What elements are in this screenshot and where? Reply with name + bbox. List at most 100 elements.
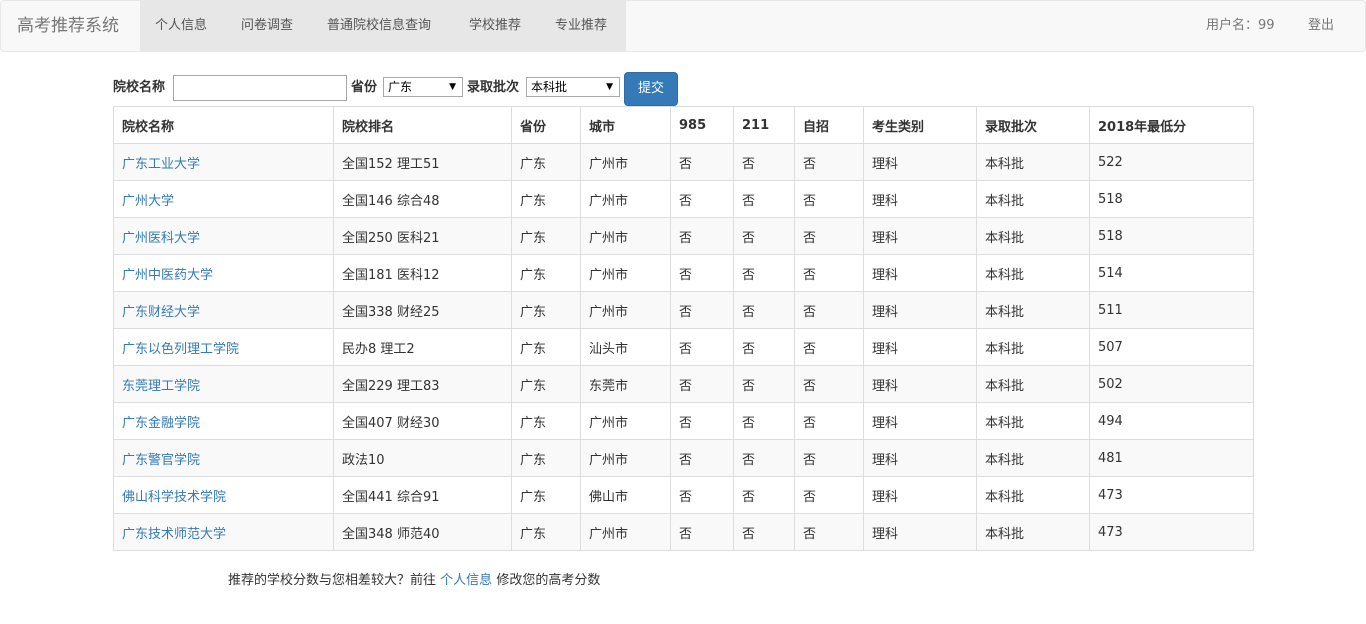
school-link[interactable]: 广东工业大学 <box>122 157 200 172</box>
school-link[interactable]: 广东财经大学 <box>122 305 200 320</box>
cell-city: 广州市 <box>580 254 671 292</box>
header-min-score: 2018年最低分 <box>1089 106 1254 144</box>
header-211: 211 <box>733 106 795 144</box>
cell-student-type: 理科 <box>863 217 977 255</box>
cell-city: 广州市 <box>580 513 671 551</box>
cell-student-type: 理科 <box>863 254 977 292</box>
cell-city: 广州市 <box>580 291 671 329</box>
cell-985: 否 <box>670 217 734 255</box>
cell-ranking: 全国146 综合48 <box>333 180 512 218</box>
cell-student-type: 理科 <box>863 476 977 514</box>
submit-button[interactable]: 提交 <box>624 72 678 106</box>
table-row: 广东警官学院 政法10 广东 广州市否否否理科 本科批 481 <box>113 439 1254 477</box>
cell-min-score: 473 <box>1089 476 1254 514</box>
brand-title[interactable]: 高考推荐系统 <box>17 1 119 51</box>
cell-city: 广州市 <box>580 402 671 440</box>
cell-min-score: 507 <box>1089 328 1254 366</box>
cell-school-name: 广州大学 <box>113 180 334 218</box>
cell-school-name: 广东技术师范大学 <box>113 513 334 551</box>
cell-self-enroll: 否 <box>794 254 864 292</box>
username-label: 用户名：99 <box>1206 18 1275 33</box>
cell-min-score: 511 <box>1089 291 1254 329</box>
cell-985: 否 <box>670 513 734 551</box>
cell-self-enroll: 否 <box>794 402 864 440</box>
cell-batch: 本科批 <box>976 476 1090 514</box>
school-link[interactable]: 佛山科学技术学院 <box>122 490 226 505</box>
table-row: 广州中医药大学 全国181 医科12 广东 广州市否否否理科 本科批 514 <box>113 254 1254 292</box>
school-link[interactable]: 广东以色列理工学院 <box>122 342 239 357</box>
cell-batch: 本科批 <box>976 365 1090 403</box>
footer-personal-info-link[interactable]: 个人信息 <box>440 573 492 588</box>
cell-211: 否 <box>733 291 795 329</box>
header-student-type: 考生类别 <box>863 106 977 144</box>
cell-self-enroll: 否 <box>794 365 864 403</box>
cell-min-score: 502 <box>1089 365 1254 403</box>
cell-school-name: 广东工业大学 <box>113 143 334 181</box>
cell-student-type: 理科 <box>863 291 977 329</box>
cell-city: 汕头市 <box>580 328 671 366</box>
cell-batch: 本科批 <box>976 180 1090 218</box>
school-name-input[interactable] <box>173 75 347 101</box>
cell-ranking: 全国229 理工83 <box>333 365 512 403</box>
school-link[interactable]: 广州中医药大学 <box>122 268 213 283</box>
cell-self-enroll: 否 <box>794 180 864 218</box>
cell-min-score: 518 <box>1089 180 1254 218</box>
batch-select-value: 本科批 <box>531 80 568 94</box>
nav-major-recommend[interactable]: 专业推荐 <box>555 1 607 51</box>
cell-batch: 本科批 <box>976 143 1090 181</box>
logout-link[interactable]: 登出 <box>1308 1 1334 51</box>
cell-ranking: 全国181 医科12 <box>333 254 512 292</box>
table-row: 广东技术师范大学 全国348 师范40 广东 广州市否否否理科 本科批 473 <box>113 513 1254 551</box>
batch-select[interactable]: 本科批 ▼ <box>526 77 620 97</box>
cell-985: 否 <box>670 439 734 477</box>
nav-school-search[interactable]: 普通院校信息查询 <box>327 1 431 51</box>
cell-batch: 本科批 <box>976 513 1090 551</box>
cell-211: 否 <box>733 513 795 551</box>
cell-min-score: 494 <box>1089 402 1254 440</box>
cell-province: 广东 <box>511 365 581 403</box>
top-navbar: 高考推荐系统 个人信息 问卷调查 普通院校信息查询 学校推荐 专业推荐 用户名：… <box>0 0 1366 52</box>
cell-ranking: 全国348 师范40 <box>333 513 512 551</box>
cell-211: 否 <box>733 143 795 181</box>
cell-school-name: 广州中医药大学 <box>113 254 334 292</box>
school-link[interactable]: 广东金融学院 <box>122 416 200 431</box>
nav-personal-info[interactable]: 个人信息 <box>155 1 207 51</box>
cell-city: 广州市 <box>580 439 671 477</box>
cell-student-type: 理科 <box>863 328 977 366</box>
cell-211: 否 <box>733 402 795 440</box>
cell-min-score: 473 <box>1089 513 1254 551</box>
footer-note: 推荐的学校分数与您相差较大？前往 个人信息 修改您的高考分数 <box>228 572 600 590</box>
cell-city: 佛山市 <box>580 476 671 514</box>
cell-self-enroll: 否 <box>794 476 864 514</box>
cell-985: 否 <box>670 254 734 292</box>
header-school-name: 院校名称 <box>113 106 334 144</box>
cell-school-name: 广东金融学院 <box>113 402 334 440</box>
cell-985: 否 <box>670 291 734 329</box>
cell-985: 否 <box>670 476 734 514</box>
school-link[interactable]: 广东技术师范大学 <box>122 527 226 542</box>
table-row: 广东工业大学 全国152 理工51 广东 广州市否否否理科 本科批 522 <box>113 143 1254 181</box>
nav-school-recommend[interactable]: 学校推荐 <box>469 1 521 51</box>
table-row: 东莞理工学院 全国229 理工83 广东 东莞市否否否理科 本科批 502 <box>113 365 1254 403</box>
school-link[interactable]: 广州大学 <box>122 194 174 209</box>
batch-label: 录取批次 <box>467 80 520 95</box>
cell-city: 广州市 <box>580 143 671 181</box>
province-select[interactable]: 广东 ▼ <box>383 77 463 97</box>
cell-province: 广东 <box>511 291 581 329</box>
nav-questionnaire[interactable]: 问卷调查 <box>241 1 293 51</box>
school-link[interactable]: 广州医科大学 <box>122 231 200 246</box>
cell-batch: 本科批 <box>976 254 1090 292</box>
table-row: 广东财经大学 全国338 财经25 广东 广州市否否否理科 本科批 511 <box>113 291 1254 329</box>
cell-ranking: 政法10 <box>333 439 512 477</box>
cell-211: 否 <box>733 180 795 218</box>
school-link[interactable]: 东莞理工学院 <box>122 379 200 394</box>
cell-student-type: 理科 <box>863 180 977 218</box>
cell-985: 否 <box>670 180 734 218</box>
footer-note-prefix: 推荐的学校分数与您相差较大？前往 <box>228 573 437 588</box>
cell-min-score: 522 <box>1089 143 1254 181</box>
cell-self-enroll: 否 <box>794 328 864 366</box>
cell-self-enroll: 否 <box>794 143 864 181</box>
cell-batch: 本科批 <box>976 439 1090 477</box>
cell-batch: 本科批 <box>976 328 1090 366</box>
school-link[interactable]: 广东警官学院 <box>122 453 200 468</box>
